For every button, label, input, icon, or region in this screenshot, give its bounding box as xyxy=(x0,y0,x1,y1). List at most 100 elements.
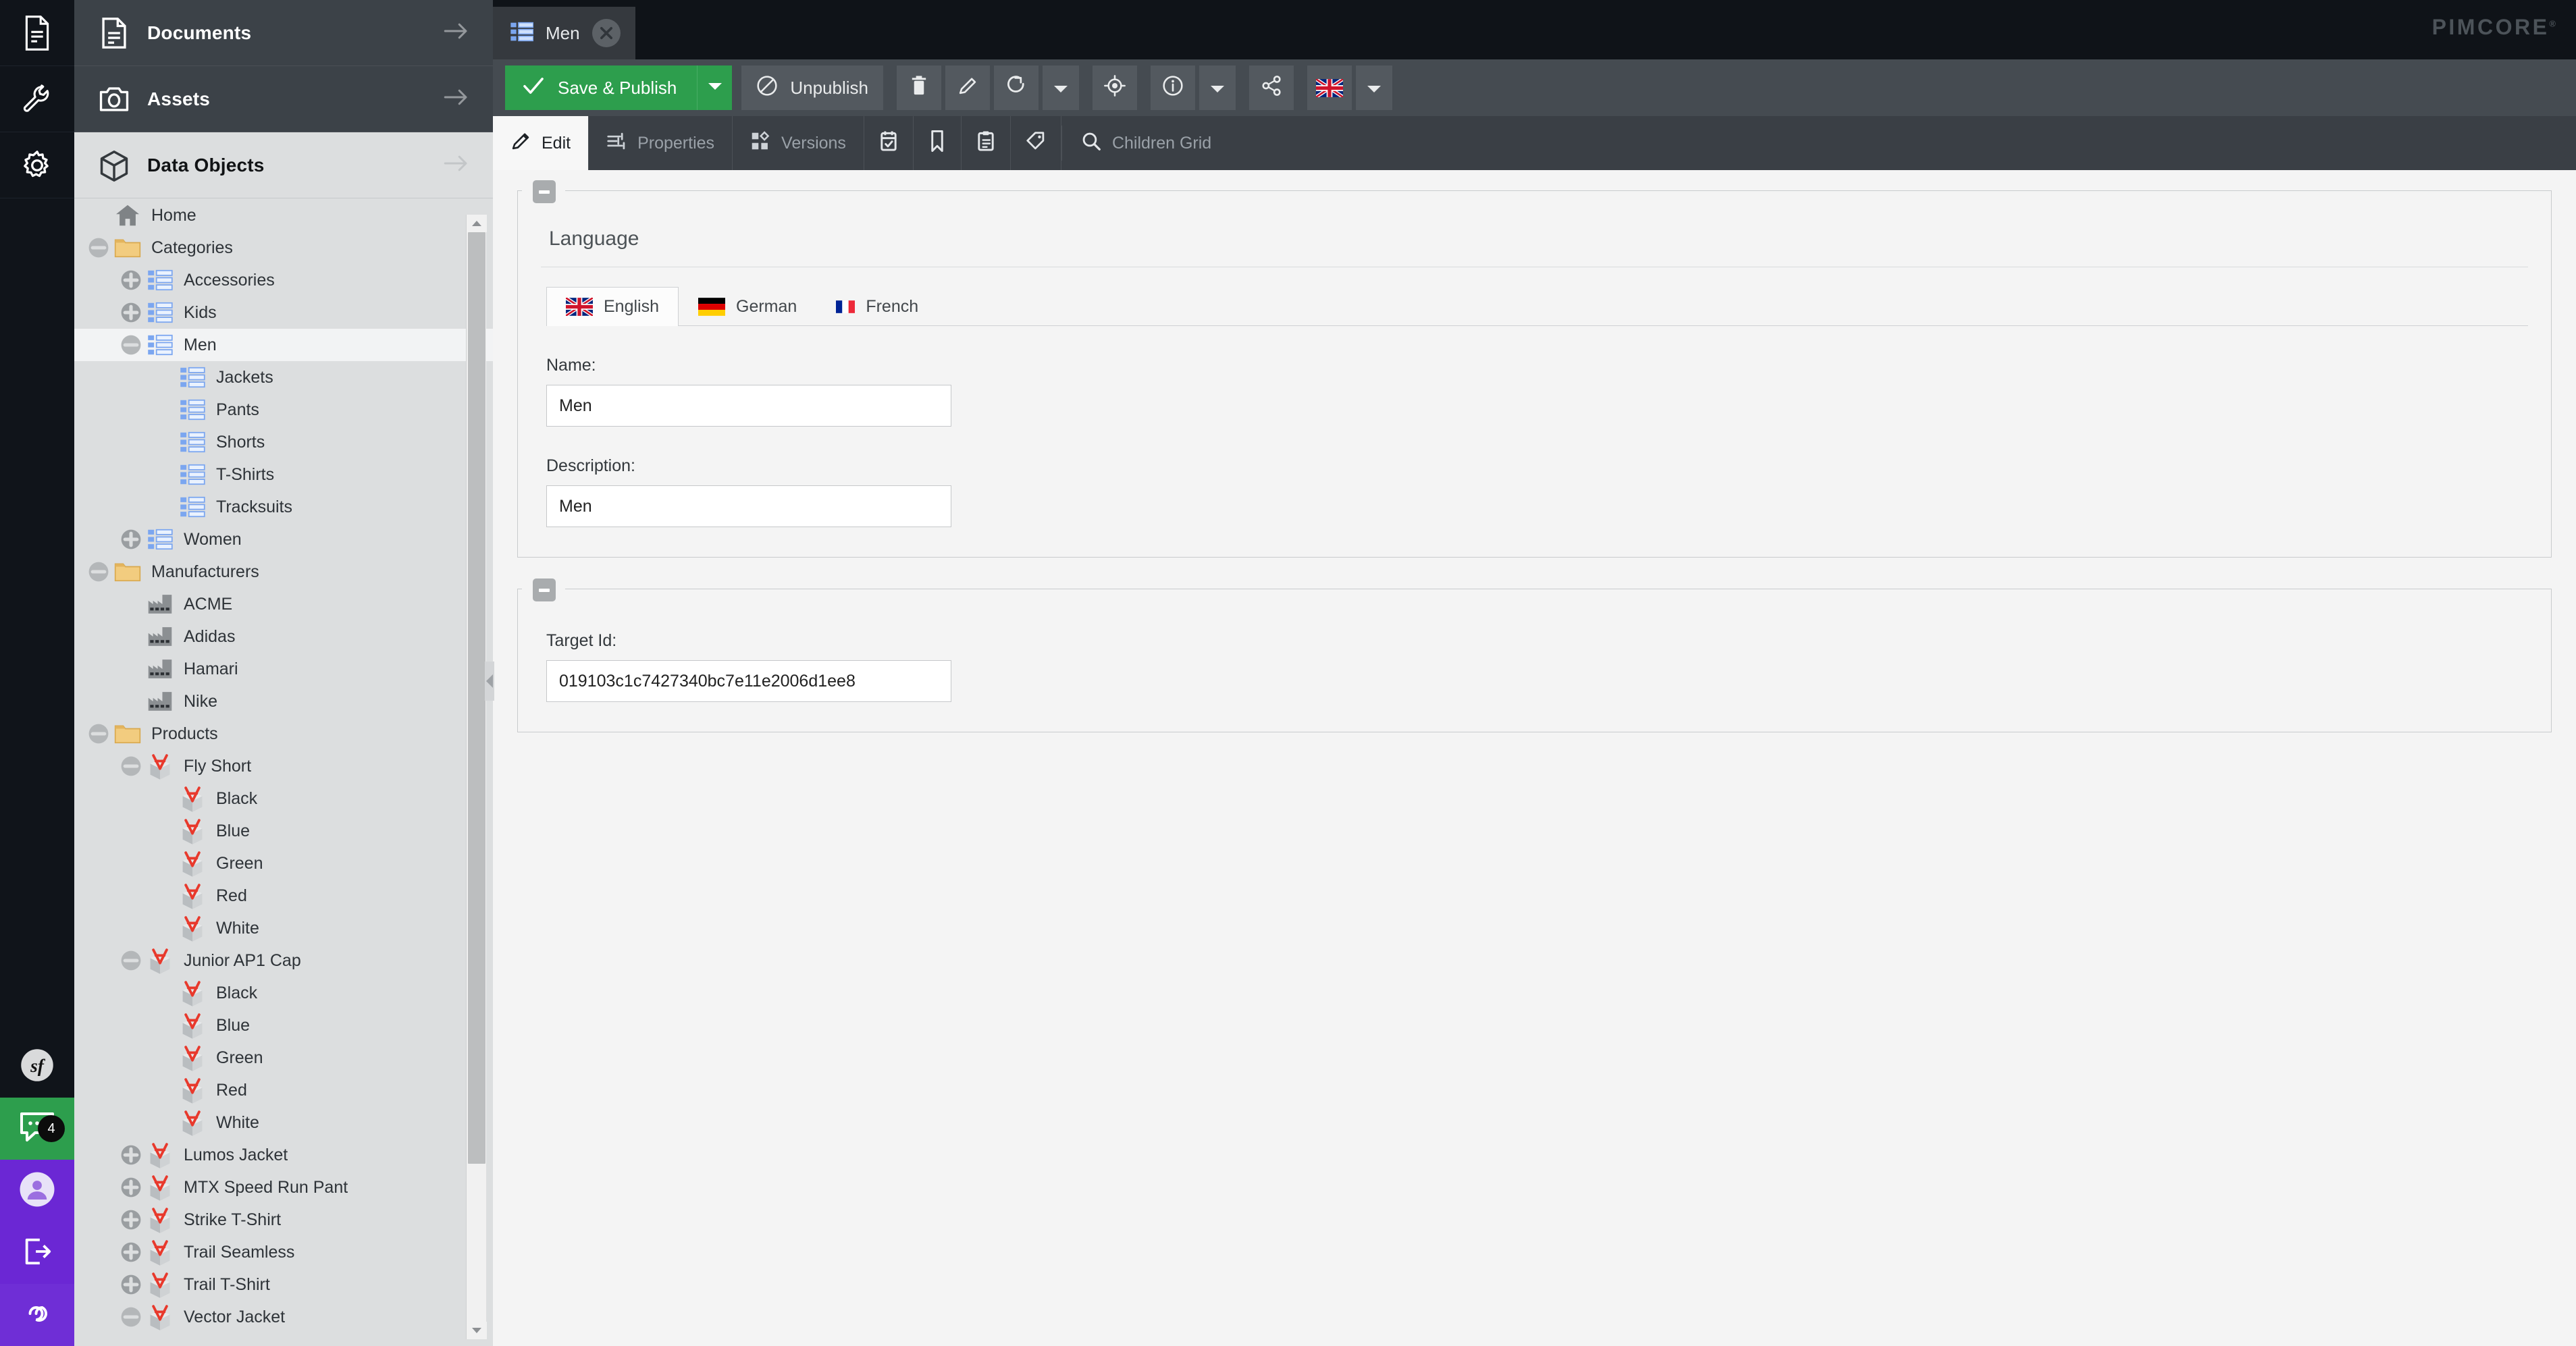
description-input[interactable] xyxy=(546,485,951,527)
tree-item[interactable]: Fly Short xyxy=(74,750,493,782)
language-tab-english[interactable]: English xyxy=(546,287,679,326)
tab-dependencies[interactable] xyxy=(914,116,962,170)
tab-properties[interactable]: Properties xyxy=(589,116,733,170)
tree-item[interactable]: Manufacturers xyxy=(74,556,493,588)
tree-expand-icon[interactable] xyxy=(116,265,146,295)
tree-expand-icon[interactable] xyxy=(116,1205,146,1235)
tree-item[interactable]: Lumos Jacket xyxy=(74,1139,493,1171)
tree-collapse-icon[interactable] xyxy=(84,557,113,587)
info-menu-button[interactable] xyxy=(1199,65,1236,110)
tree-item[interactable]: Accessories xyxy=(74,264,493,296)
tree-item[interactable]: Red xyxy=(74,880,493,912)
delete-button[interactable] xyxy=(896,65,941,110)
document-tab-men[interactable]: Men xyxy=(493,7,635,59)
target-id-input[interactable] xyxy=(546,660,951,702)
settings-rail-button[interactable] xyxy=(0,132,74,198)
tab-schedule[interactable] xyxy=(864,116,914,170)
name-input[interactable] xyxy=(546,385,951,427)
symfony-profiler-button[interactable]: sf xyxy=(0,1035,74,1098)
tree-item[interactable]: Green xyxy=(74,847,493,880)
tools-rail-button[interactable] xyxy=(0,66,74,132)
notifications-button[interactable]: 4 xyxy=(0,1098,74,1160)
tree-item[interactable]: T-Shirts xyxy=(74,458,493,491)
save-publish-menu-button[interactable] xyxy=(697,65,733,110)
tree-item[interactable]: Trail T-Shirt xyxy=(74,1268,493,1301)
nav-section-data-objects[interactable]: Data Objects xyxy=(74,132,493,198)
tree-item[interactable]: Adidas xyxy=(74,620,493,653)
tab-notes-events[interactable] xyxy=(962,116,1011,170)
tree-expand-icon[interactable] xyxy=(116,1140,146,1170)
tree-item[interactable]: Shorts xyxy=(74,426,493,458)
user-profile-button[interactable] xyxy=(0,1160,74,1222)
tree-item[interactable]: Home xyxy=(74,199,493,232)
info-button[interactable] xyxy=(1150,65,1195,110)
tree-scrollbar[interactable] xyxy=(466,215,487,1339)
tree-item[interactable]: Hamari xyxy=(74,653,493,685)
share-button[interactable] xyxy=(1248,65,1294,110)
tree-collapse-icon[interactable] xyxy=(84,719,113,749)
tree-item[interactable]: Blue xyxy=(74,815,493,847)
tree-item[interactable]: Green xyxy=(74,1042,493,1074)
tree-collapse-icon[interactable] xyxy=(116,1302,146,1332)
tree-item[interactable]: Junior AP1 Cap xyxy=(74,944,493,977)
tree-item[interactable]: Jackets xyxy=(74,361,493,394)
tree-item[interactable]: White xyxy=(74,912,493,944)
tree-collapse-icon[interactable] xyxy=(84,233,113,263)
tree-collapse-icon[interactable] xyxy=(116,751,146,781)
object-tree[interactable]: Home Categories Accessories Kids Men Jackets P… xyxy=(74,199,493,1346)
tree-item[interactable]: Black xyxy=(74,977,493,1009)
nav-section-documents[interactable]: Documents xyxy=(74,0,493,66)
tab-edit[interactable]: Edit xyxy=(493,116,589,170)
tree-item[interactable]: Products xyxy=(74,718,493,750)
tree-expand-icon[interactable] xyxy=(116,1173,146,1202)
tree-item[interactable]: Men xyxy=(74,329,493,361)
reload-menu-button[interactable] xyxy=(1042,65,1079,110)
tree-expand-icon[interactable] xyxy=(116,298,146,327)
tab-tags[interactable] xyxy=(1011,116,1061,170)
tree-expand-icon[interactable] xyxy=(116,1237,146,1267)
tree-expand-icon[interactable] xyxy=(116,1270,146,1299)
tree-collapse-icon[interactable] xyxy=(116,946,146,975)
tree-item[interactable]: MTX Speed Run Pant xyxy=(74,1171,493,1204)
language-button[interactable] xyxy=(1307,65,1352,110)
product-icon xyxy=(146,1303,174,1331)
rename-button[interactable] xyxy=(945,65,990,110)
tab-versions[interactable]: Versions xyxy=(733,116,864,170)
collapse-language-fieldset-button[interactable] xyxy=(533,180,556,203)
tree-item[interactable]: Women xyxy=(74,523,493,556)
logout-button[interactable] xyxy=(0,1222,74,1284)
tree-item[interactable]: Categories xyxy=(74,232,493,264)
tree-item[interactable]: Black xyxy=(74,782,493,815)
scroll-up-arrow[interactable] xyxy=(467,215,487,232)
tree-item[interactable]: ACME xyxy=(74,588,493,620)
tree-item[interactable]: Trail Seamless xyxy=(74,1236,493,1268)
locate-in-tree-button[interactable] xyxy=(1092,65,1137,110)
pimcore-infinity-button[interactable] xyxy=(0,1284,74,1346)
children-grid-search[interactable]: Children Grid xyxy=(1062,116,1229,170)
tree-item[interactable]: Kids xyxy=(74,296,493,329)
tree-item[interactable]: Strike T-Shirt xyxy=(74,1204,493,1236)
scrollbar-thumb[interactable] xyxy=(468,232,485,1164)
unpublish-button[interactable]: Unpublish xyxy=(741,65,883,110)
language-menu-button[interactable] xyxy=(1355,65,1392,110)
tree-item[interactable]: White xyxy=(74,1106,493,1139)
tree-expand-icon[interactable] xyxy=(116,524,146,554)
panel-collapse-handle[interactable] xyxy=(485,662,494,701)
tree-item[interactable]: Vector Jacket xyxy=(74,1301,493,1333)
collapse-target-fieldset-button[interactable] xyxy=(533,578,556,601)
documents-rail-button[interactable] xyxy=(0,0,74,66)
save-publish-button[interactable]: Save & Publish xyxy=(505,65,698,110)
tree-collapse-icon[interactable] xyxy=(116,330,146,360)
language-tab-french[interactable]: French xyxy=(816,287,938,326)
close-icon[interactable] xyxy=(592,19,621,47)
reload-button[interactable] xyxy=(993,65,1039,110)
tree-item[interactable]: Nike xyxy=(74,685,493,718)
scroll-down-arrow[interactable] xyxy=(467,1322,487,1339)
tree-item[interactable]: Pants xyxy=(74,394,493,426)
tree-item[interactable]: Red xyxy=(74,1074,493,1106)
nav-section-assets[interactable]: Assets xyxy=(74,66,493,132)
tree-item[interactable]: Tracksuits xyxy=(74,491,493,523)
tree-item[interactable]: Blue xyxy=(74,1009,493,1042)
language-tab-german[interactable]: German xyxy=(679,287,816,326)
infinity-icon xyxy=(17,1300,57,1330)
